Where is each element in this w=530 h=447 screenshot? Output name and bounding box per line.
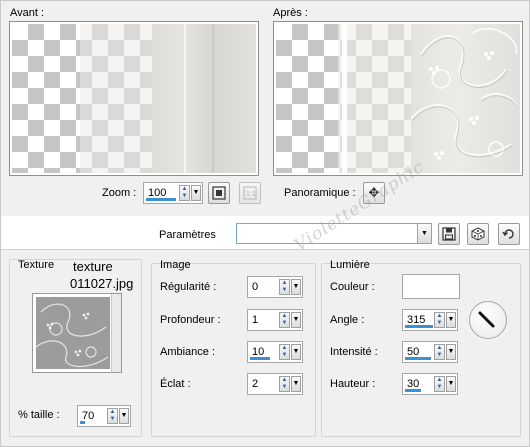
- ambiance-spinbox[interactable]: 10 ▲ ▼ ▼: [247, 341, 303, 363]
- zoom-actual-size-button[interactable]: 1:1: [239, 182, 261, 204]
- shininess-spinbox[interactable]: 2 ▲ ▼ ▼: [247, 373, 303, 395]
- depth-spinbox[interactable]: 1 ▲ ▼ ▼: [247, 309, 303, 331]
- height-dropdown-arrow[interactable]: ▼: [446, 376, 456, 392]
- texture-swatch-scrollbar[interactable]: [111, 294, 121, 372]
- save-preset-button[interactable]: [438, 223, 460, 245]
- texture-effect-dialog: Avant : Après : Zoom: 100 ▲ ▼ ▼ 1:1 Pan…: [0, 0, 530, 447]
- light-color-label: Couleur :: [330, 281, 375, 293]
- depth-value: 1: [252, 314, 259, 326]
- embossed-pattern: [411, 27, 520, 160]
- texture-size-dropdown-arrow[interactable]: ▼: [119, 408, 129, 424]
- light-color-swatch[interactable]: [402, 274, 460, 299]
- texture-name-line1: texture: [73, 259, 113, 274]
- after-preview-label: Après :: [273, 7, 308, 19]
- height-spinbox[interactable]: 30 ▲ ▼ ▼: [402, 373, 458, 395]
- presets-label: Paramètres: [159, 229, 216, 241]
- intensity-spinbox[interactable]: 50 ▲ ▼ ▼: [402, 341, 458, 363]
- light-group-label: Lumière: [330, 259, 370, 271]
- depth-label: Profondeur :: [160, 314, 221, 326]
- regularity-spinbox[interactable]: 0 ▲ ▼ ▼: [247, 276, 303, 298]
- texture-name-line2: 011027.jpg: [70, 276, 134, 291]
- zoom-spinbox[interactable]: 100 ▲ ▼ ▼: [143, 182, 203, 204]
- ambiance-spin-arrows[interactable]: ▲ ▼: [279, 344, 290, 360]
- zoom-spin-arrows[interactable]: ▲ ▼: [179, 185, 190, 201]
- texture-size-spinbox[interactable]: 70 ▲ ▼ ▼: [77, 405, 131, 427]
- zoom-fit-button[interactable]: [208, 182, 230, 204]
- shininess-spin-arrows[interactable]: ▲ ▼: [279, 376, 290, 392]
- image-group-label: Image: [160, 259, 191, 271]
- texture-swatch-box[interactable]: [32, 293, 122, 373]
- random-button[interactable]: [467, 223, 489, 245]
- angle-spin-arrows[interactable]: ▲ ▼: [434, 312, 445, 328]
- angle-label: Angle :: [330, 314, 365, 326]
- angle-dial[interactable]: [469, 301, 507, 339]
- shininess-dropdown-arrow[interactable]: ▼: [291, 376, 301, 392]
- fit-to-window-icon: [212, 186, 226, 200]
- shininess-label: Éclat :: [160, 378, 191, 390]
- ambiance-label: Ambiance :: [160, 346, 216, 358]
- before-preview-image: [12, 24, 256, 173]
- after-preview-image: [276, 24, 520, 173]
- after-preview-pane[interactable]: [273, 21, 523, 176]
- intensity-spin-arrows[interactable]: ▲ ▼: [434, 344, 445, 360]
- reset-button[interactable]: [498, 223, 520, 245]
- texture-swatch: [36, 297, 110, 369]
- texture-group-label: Texture: [18, 259, 55, 271]
- intensity-label: Intensité :: [330, 346, 378, 358]
- regularity-spin-arrows[interactable]: ▲ ▼: [279, 279, 290, 295]
- before-preview-label: Avant :: [10, 7, 45, 19]
- before-preview-pane[interactable]: [9, 21, 259, 176]
- dice-icon: [471, 227, 485, 241]
- texture-size-spin-arrows[interactable]: ▲ ▼: [107, 408, 118, 424]
- height-spin-arrows[interactable]: ▲ ▼: [434, 376, 445, 392]
- shininess-value: 2: [252, 378, 259, 390]
- zoom-dropdown-arrow[interactable]: ▼: [191, 185, 201, 201]
- depth-dropdown-arrow[interactable]: ▼: [291, 312, 301, 328]
- regularity-dropdown-arrow[interactable]: ▼: [291, 279, 301, 295]
- angle-dropdown-arrow[interactable]: ▼: [446, 312, 456, 328]
- zoom-label: Zoom :: [102, 187, 137, 199]
- depth-spin-arrows[interactable]: ▲ ▼: [279, 312, 290, 328]
- height-label: Hauteur :: [330, 378, 376, 390]
- svg-text:1:1: 1:1: [246, 191, 256, 198]
- reset-icon: [502, 229, 514, 239]
- angle-spinbox[interactable]: 315 ▲ ▼ ▼: [402, 309, 458, 331]
- save-icon: [442, 227, 456, 241]
- pan-label: Panoramique :: [284, 187, 356, 199]
- intensity-dropdown-arrow[interactable]: ▼: [446, 344, 456, 360]
- regularity-value: 0: [252, 281, 259, 293]
- angle-dial-needle-icon: [478, 311, 495, 328]
- actual-size-icon: 1:1: [243, 186, 257, 200]
- texture-size-label: % taille :: [18, 409, 60, 421]
- presets-dropdown-arrow[interactable]: ▼: [417, 224, 431, 243]
- ambiance-dropdown-arrow[interactable]: ▼: [291, 344, 301, 360]
- regularity-label: Régularité :: [160, 281, 217, 293]
